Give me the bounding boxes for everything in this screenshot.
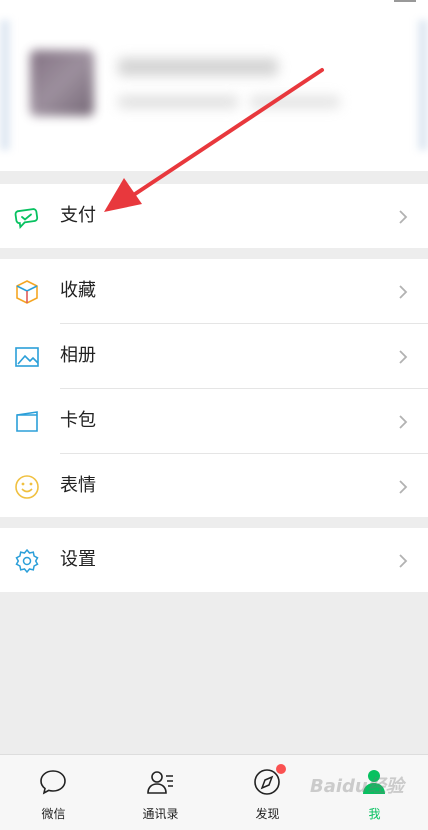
menu-item-settings[interactable]: 设置 (0, 528, 428, 592)
menu-item-album[interactable]: 相册 (0, 324, 428, 388)
smiley-icon (15, 475, 39, 499)
chevron-right-icon (399, 285, 408, 299)
notification-dot (276, 764, 286, 774)
contacts-icon (147, 771, 173, 794)
more-icon[interactable] (394, 0, 416, 6)
watermark: Baidu经验 (310, 776, 404, 797)
menu-label-pay: 支付 (60, 205, 96, 226)
menu-item-favorites[interactable]: 收藏 (0, 259, 428, 323)
gear-icon (15, 548, 39, 574)
menu-item-pay[interactable]: 支付 (0, 184, 428, 248)
profile-card[interactable] (0, 0, 428, 171)
settings-group: 设置 (0, 528, 428, 592)
menu-label-album: 相册 (60, 345, 96, 366)
chat-bubble-icon (40, 770, 66, 795)
qrcode-blurred (250, 96, 340, 108)
blur-edge (418, 20, 428, 150)
tab-label: 发现 (255, 807, 280, 821)
menu-label-settings: 设置 (60, 549, 96, 570)
wechat-id-blurred (118, 96, 238, 108)
services-group: 收藏 相册 卡包 表情 (0, 259, 428, 517)
tab-contacts[interactable]: 通讯录 (107, 755, 214, 830)
tab-discover[interactable]: 发现 (214, 755, 321, 830)
chevron-right-icon (399, 210, 408, 224)
menu-item-cards[interactable]: 卡包 (0, 389, 428, 453)
favorites-cube-icon (16, 280, 38, 304)
tab-label: 微信 (41, 807, 66, 821)
menu-item-stickers[interactable]: 表情 (0, 454, 428, 518)
pay-icon (14, 208, 39, 230)
tab-label: 通讯录 (142, 807, 179, 821)
pay-group: 支付 (0, 184, 428, 248)
chevron-right-icon (399, 415, 408, 429)
album-icon (15, 347, 39, 367)
card-wallet-icon (16, 411, 38, 432)
avatar[interactable] (30, 50, 94, 116)
menu-label-favorites: 收藏 (60, 280, 96, 301)
chevron-right-icon (399, 350, 408, 364)
nickname-blurred (118, 58, 278, 76)
tab-label: 我 (368, 807, 381, 821)
chevron-right-icon (399, 480, 408, 494)
chevron-right-icon (399, 554, 408, 568)
menu-label-stickers: 表情 (60, 475, 96, 496)
tab-chats[interactable]: 微信 (0, 755, 107, 830)
menu-label-cards: 卡包 (60, 410, 96, 431)
blur-edge (0, 20, 10, 150)
